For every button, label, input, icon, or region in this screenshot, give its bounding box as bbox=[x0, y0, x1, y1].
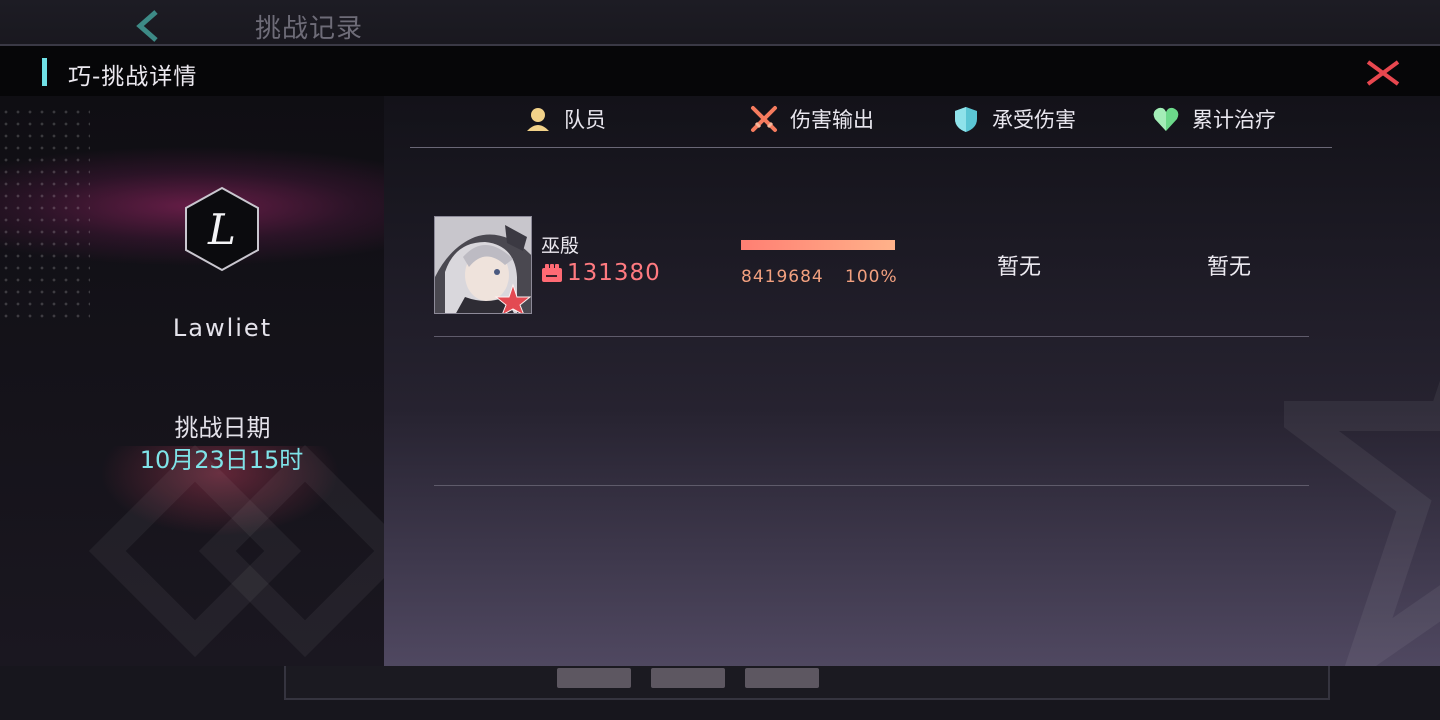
healing-value: 暂无 bbox=[1207, 255, 1252, 280]
chevron-left-icon bbox=[136, 10, 158, 42]
dialog-title: 巧-挑战详情 bbox=[68, 64, 198, 90]
title-accent-bar bbox=[42, 58, 47, 86]
challenge-date-value: 10月23日15时 bbox=[139, 446, 304, 474]
damage-percent: 100% bbox=[845, 267, 898, 287]
row-divider bbox=[434, 485, 1309, 486]
dot-pattern bbox=[0, 106, 90, 326]
background-thumbnail bbox=[557, 668, 631, 688]
background-title: 挑战记录 bbox=[255, 14, 364, 44]
member-portrait[interactable] bbox=[434, 216, 532, 314]
crossed-swords-icon bbox=[751, 106, 777, 132]
person-icon bbox=[527, 108, 549, 131]
profile-panel bbox=[0, 96, 384, 666]
column-label-taken: 承受伤害 bbox=[992, 108, 1076, 132]
background-thumbnail bbox=[651, 668, 725, 688]
damage-taken-value: 暂无 bbox=[997, 255, 1042, 280]
member-name: 巫殷 bbox=[541, 235, 580, 257]
column-label-healing: 累计治疗 bbox=[1192, 108, 1276, 132]
column-label-member: 队员 bbox=[564, 108, 606, 132]
column-header-damage: 伤害输出 bbox=[750, 104, 874, 134]
column-header-taken: 承受伤害 bbox=[952, 104, 1076, 134]
background-top-bar: 挑战记录 bbox=[0, 0, 1440, 46]
member-power: 131380 bbox=[541, 260, 661, 286]
player-name: Lawliet bbox=[172, 314, 273, 342]
decorative-star bbox=[1284, 380, 1440, 666]
heart-icon bbox=[1153, 107, 1179, 131]
column-header-healing: 累计治疗 bbox=[1152, 104, 1276, 134]
character-portrait-image bbox=[435, 217, 531, 313]
stats-panel bbox=[384, 96, 1440, 666]
avatar-hexagon-icon: L bbox=[185, 186, 259, 272]
column-header-member: 队员 bbox=[524, 104, 606, 134]
close-icon[interactable] bbox=[1364, 58, 1402, 88]
dialog-header: 巧-挑战详情 bbox=[0, 46, 1440, 96]
shield-icon bbox=[955, 107, 977, 132]
avatar-letter: L bbox=[207, 205, 236, 254]
row-divider bbox=[434, 336, 1309, 337]
challenge-date-label: 挑战日期 bbox=[174, 414, 271, 442]
background-thumbnail bbox=[745, 668, 819, 688]
header-divider bbox=[410, 147, 1332, 148]
power-value: 131380 bbox=[567, 260, 661, 286]
damage-value: 8419684 bbox=[741, 267, 824, 287]
damage-share-bar bbox=[741, 240, 895, 250]
fist-power-icon bbox=[542, 264, 562, 282]
column-label-damage: 伤害输出 bbox=[790, 108, 874, 132]
challenge-detail-dialog: 巧-挑战详情 L Lawliet 挑战日期 10月23日15时 队员 伤害输出 … bbox=[0, 46, 1440, 666]
